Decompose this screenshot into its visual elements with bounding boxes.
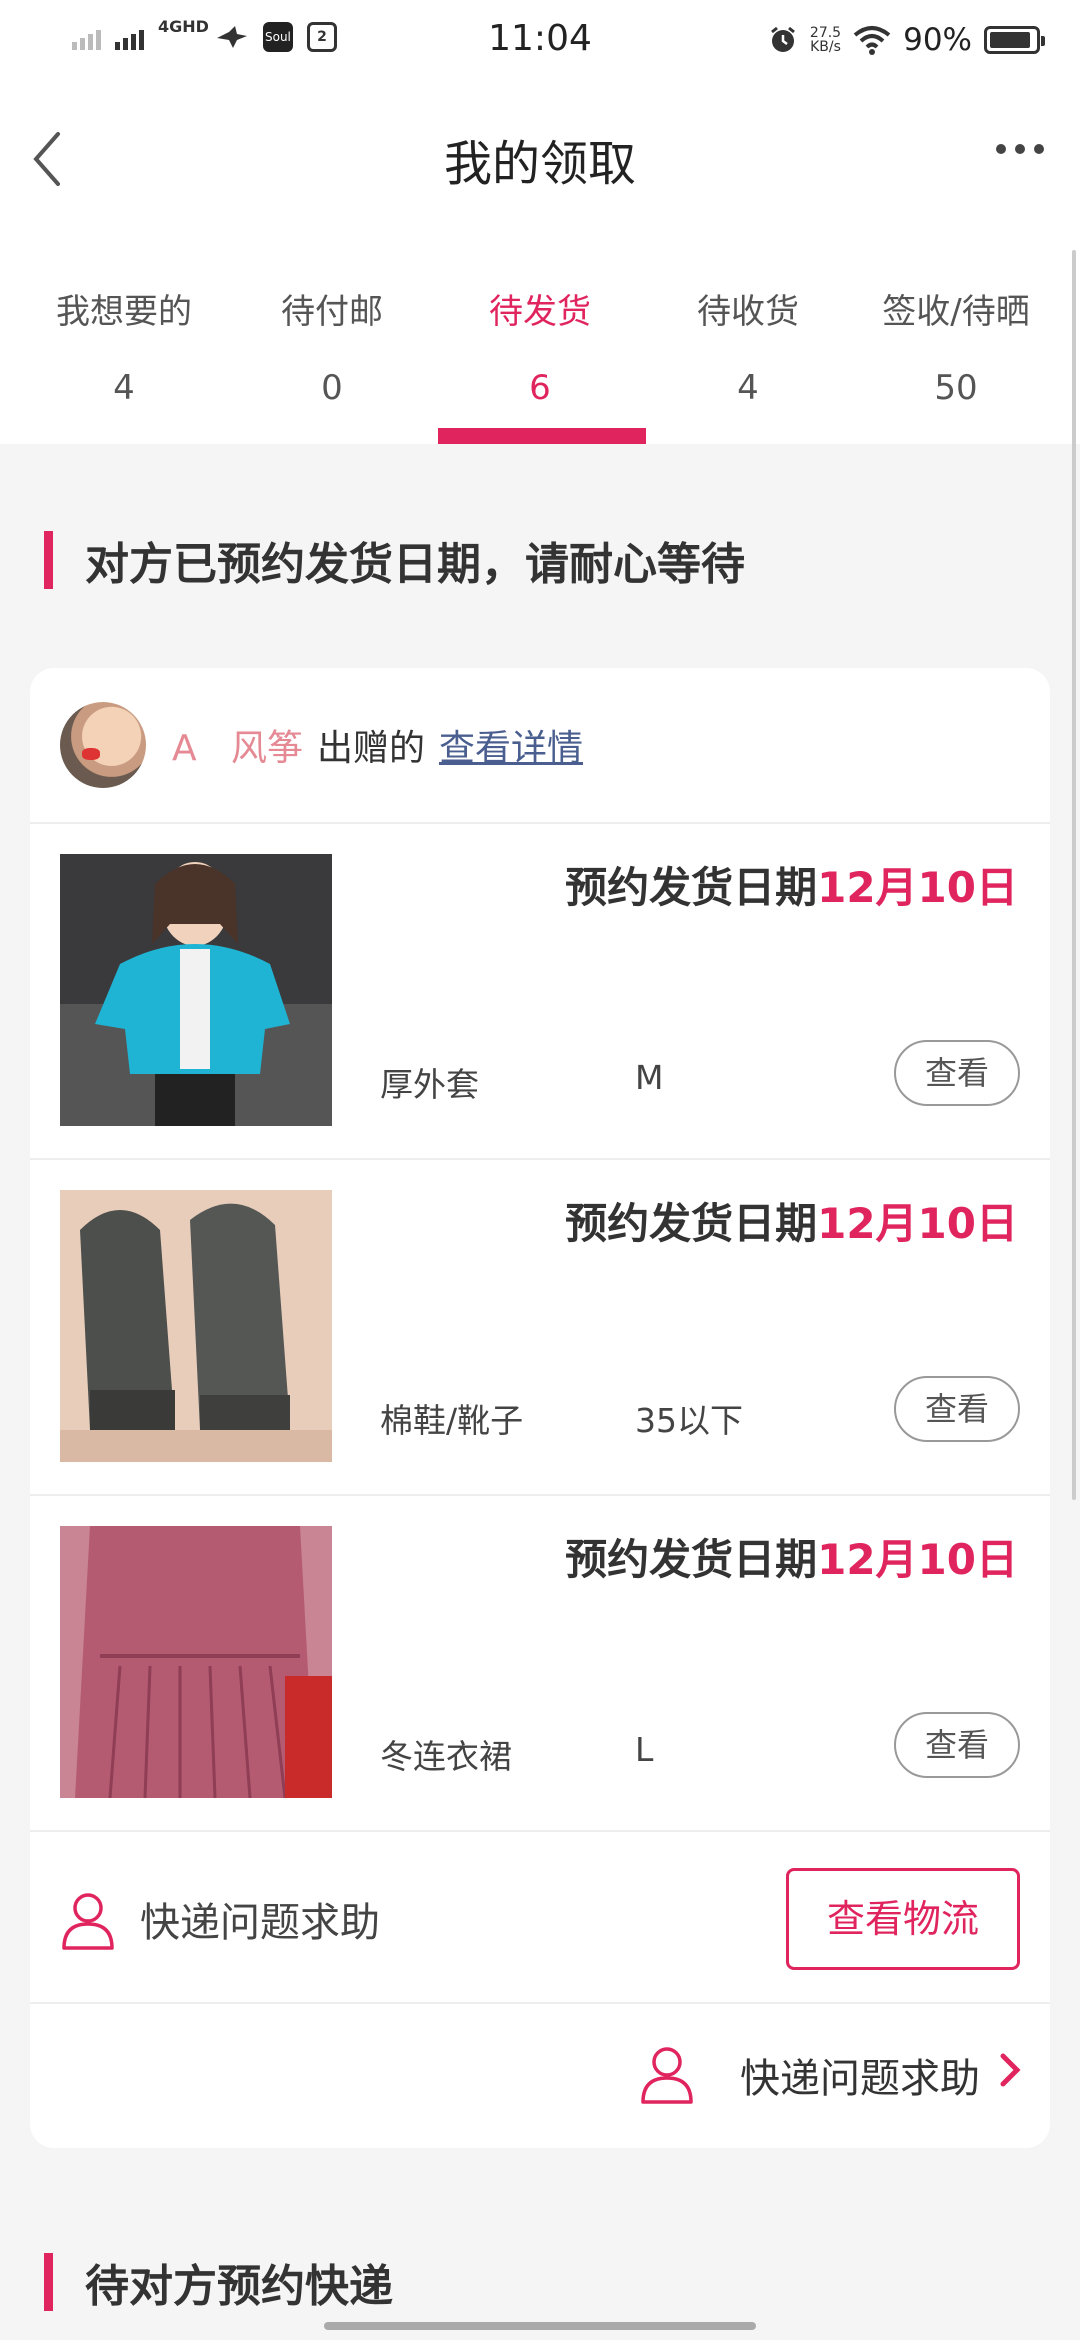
tab-label: 我想要的	[56, 292, 192, 332]
tab-signed[interactable]: 签收/待晒 50	[852, 234, 1060, 444]
list-item: 预约发货日期12月10日 棉鞋/靴子 35以下 查看	[30, 1160, 1050, 1496]
section-marker	[44, 2253, 53, 2311]
view-button[interactable]: 查看	[894, 1712, 1020, 1778]
ship-date-value: 12月10日	[817, 1535, 1018, 1584]
item-image-boots[interactable]	[60, 1190, 332, 1462]
tab-bar: 我想要的 4 待付邮 0 待发货 6 待收货 4 签收/待晒 50	[0, 234, 1080, 444]
ship-date-value: 12月10日	[817, 863, 1018, 912]
section-title: 对方已预约发货日期，请耐心等待	[85, 539, 745, 590]
tab-pending-shipment[interactable]: 待发货 6	[436, 234, 646, 444]
courier-help-link[interactable]: 快递问题求助	[140, 1890, 380, 1948]
home-indicator[interactable]	[324, 2322, 756, 2330]
item-name: 棉鞋/靴子	[380, 1401, 524, 1440]
item-size: M	[635, 1058, 664, 1097]
view-button[interactable]: 查看	[894, 1040, 1020, 1106]
section-marker	[44, 531, 53, 589]
active-tab-indicator	[438, 428, 646, 444]
section-heading: 对方已预约发货日期，请耐心等待	[44, 530, 745, 590]
battery-fill	[990, 32, 1030, 48]
courier-help-row: 快递问题求助 查看物流	[30, 1832, 1050, 2004]
ship-date: 预约发货日期12月10日	[565, 1526, 1018, 1587]
net-speed: 27.5 KB/s	[810, 26, 841, 54]
list-item: 预约发货日期12月10日 冬连衣裙 L 查看	[30, 1496, 1050, 1832]
net-speed-value: 27.5	[809, 25, 842, 41]
person-icon	[641, 2047, 693, 2104]
nav-bar: 我的领取	[0, 84, 1080, 234]
courier-help-row-2[interactable]: 快递问题求助	[30, 2004, 1050, 2148]
item-name: 冬连衣裙	[380, 1737, 512, 1776]
ship-date: 预约发货日期12月10日	[565, 854, 1018, 915]
view-button[interactable]: 查看	[894, 1376, 1020, 1442]
tab-count: 0	[321, 368, 343, 408]
tab-count: 6	[529, 368, 551, 408]
tab-pending-receipt[interactable]: 待收货 4	[644, 234, 852, 444]
tab-wanted[interactable]: 我想要的 4	[20, 234, 228, 444]
gift-card: A 风筝 出赠的 查看详情 预约发货日期12月10日 厚外套 M 查看 预约发货…	[30, 668, 1050, 2148]
donor-name[interactable]: A 风筝	[172, 719, 303, 771]
tab-label: 签收/待晒	[882, 292, 1030, 332]
donor-row: A 风筝 出赠的 查看详情	[30, 668, 1050, 824]
section-title: 待对方预约快递	[85, 2261, 393, 2312]
avatar[interactable]	[60, 702, 146, 788]
tab-count: 4	[113, 368, 135, 408]
tab-label: 待付邮	[281, 292, 383, 332]
tab-count: 4	[737, 368, 759, 408]
view-details-link[interactable]: 查看详情	[439, 719, 583, 771]
tab-label: 待收货	[697, 292, 799, 332]
person-icon	[62, 1893, 114, 1950]
ship-date-label: 预约发货日期	[565, 1199, 818, 1248]
courier-help-text: 快递问题求助	[740, 2056, 980, 2102]
ship-date-label: 预约发货日期	[565, 863, 818, 912]
battery-percent: 90%	[903, 22, 972, 58]
status-bar: 4GHD Soul 2 11:04 27.5 KB/s 90%	[0, 0, 1080, 84]
view-logistics-button[interactable]: 查看物流	[786, 1868, 1020, 1970]
page-title: 我的领取	[443, 136, 636, 192]
chevron-right-icon	[1000, 2053, 1021, 2087]
wifi-icon	[853, 26, 891, 55]
section-heading: 待对方预约快递	[44, 2252, 393, 2312]
ship-date-label: 预约发货日期	[565, 1535, 818, 1584]
battery-icon	[984, 26, 1045, 54]
alarm-icon	[770, 26, 795, 52]
tab-label: 待发货	[489, 292, 591, 332]
more-dots-icon[interactable]	[996, 144, 1044, 154]
item-size: L	[635, 1730, 654, 1769]
scrollbar[interactable]	[1072, 250, 1076, 1500]
donor-verb: 出赠的	[316, 728, 425, 769]
status-right: 27.5 KB/s 90%	[768, 22, 1045, 58]
net-speed-unit: KB/s	[810, 39, 841, 55]
tab-count: 50	[934, 368, 978, 408]
item-size: 35以下	[635, 1401, 743, 1440]
ship-date-value: 12月10日	[817, 1199, 1018, 1248]
list-item: 预约发货日期12月10日 厚外套 M 查看	[30, 824, 1050, 1160]
tab-pending-postage[interactable]: 待付邮 0	[228, 234, 436, 444]
ship-date: 预约发货日期12月10日	[565, 1190, 1018, 1251]
item-image-dress[interactable]	[60, 1526, 332, 1798]
item-image-jacket[interactable]	[60, 854, 332, 1126]
item-name: 厚外套	[380, 1065, 479, 1104]
